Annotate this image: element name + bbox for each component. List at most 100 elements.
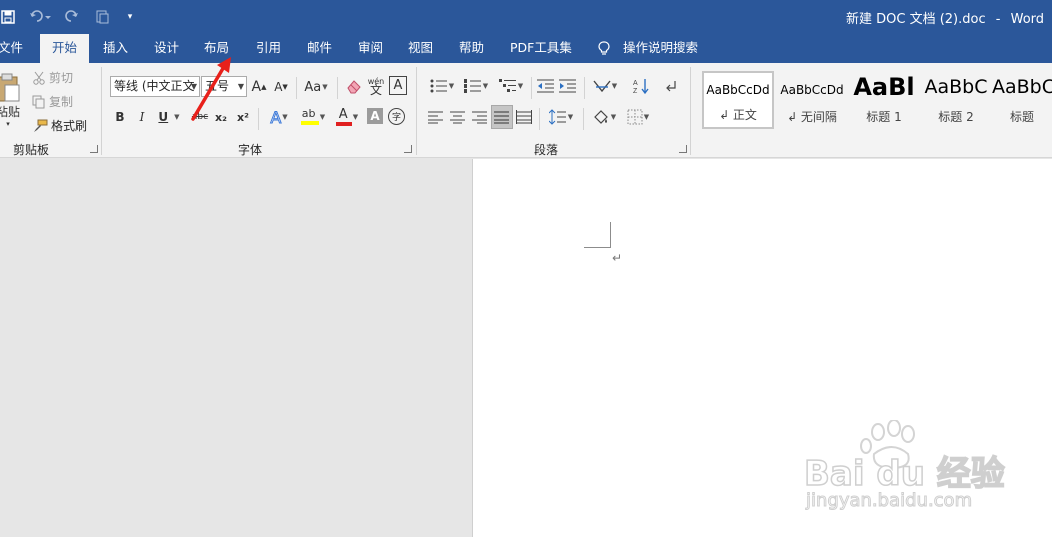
lightbulb-icon bbox=[598, 41, 610, 55]
character-border-button[interactable]: A bbox=[389, 76, 407, 95]
tab-review[interactable]: 审阅 bbox=[358, 34, 383, 63]
divider bbox=[531, 77, 532, 99]
sort-button[interactable]: AZ bbox=[630, 76, 652, 96]
change-case-glyph: Aa bbox=[304, 79, 322, 95]
clear-formatting-button[interactable] bbox=[344, 76, 362, 96]
cut-button[interactable]: 剪切 bbox=[32, 69, 73, 86]
tab-references[interactable]: 引用 bbox=[256, 34, 281, 63]
format-painter-button[interactable]: 格式刷 bbox=[32, 117, 87, 134]
multilevel-list-icon bbox=[498, 79, 516, 92]
justify-button[interactable] bbox=[491, 105, 513, 129]
watermark-logo-text: Bai du 经验 bbox=[803, 453, 1005, 495]
print-preview-icon[interactable] bbox=[94, 8, 110, 26]
group-divider bbox=[416, 67, 417, 155]
customize-qat-icon[interactable]: ▾ bbox=[124, 8, 136, 26]
divider bbox=[583, 108, 584, 130]
style-no-spacing[interactable]: AaBbCcDd ↲ 无间隔 bbox=[776, 71, 848, 129]
shrink-font-button[interactable]: A ▼ bbox=[273, 77, 289, 97]
superscript-button[interactable]: x² bbox=[234, 107, 252, 127]
redo-icon[interactable] bbox=[64, 8, 80, 26]
tab-mailings[interactable]: 邮件 bbox=[307, 34, 332, 63]
align-center-button[interactable] bbox=[449, 107, 467, 127]
style-title[interactable]: AaBbC 标题 bbox=[992, 71, 1052, 129]
title-separator: - bbox=[995, 12, 1001, 27]
bullets-button[interactable]: ▼ bbox=[426, 76, 458, 96]
style-name: 标题 bbox=[1009, 110, 1034, 124]
paragraph-dialog-launcher[interactable] bbox=[679, 145, 687, 153]
format-painter-label: 格式刷 bbox=[51, 119, 88, 133]
bold-button[interactable]: B bbox=[111, 107, 129, 127]
copy-button[interactable]: 复制 bbox=[32, 93, 73, 110]
style-sample: AaBbCcDd bbox=[706, 83, 770, 97]
distributed-button[interactable] bbox=[515, 107, 533, 127]
align-right-button[interactable] bbox=[471, 107, 489, 127]
divider bbox=[258, 108, 259, 130]
style-sample: AaBbC bbox=[992, 76, 1052, 98]
show-hide-marks-button[interactable] bbox=[662, 76, 680, 96]
shading-button[interactable]: ▼ bbox=[588, 107, 620, 127]
font-color-glyph: A bbox=[338, 107, 348, 122]
text-effects-button[interactable]: A ▼ bbox=[263, 107, 295, 127]
paste-label: 粘贴 bbox=[0, 104, 20, 119]
align-left-button[interactable] bbox=[427, 107, 445, 127]
enclose-characters-button[interactable]: 字 bbox=[388, 108, 405, 125]
increase-indent-button[interactable] bbox=[558, 76, 578, 96]
increase-indent-icon bbox=[559, 79, 576, 93]
tab-insert[interactable]: 插入 bbox=[103, 34, 128, 63]
formatting-marks-icon bbox=[666, 81, 676, 92]
paragraph-mark: ↵ bbox=[612, 251, 623, 265]
decrease-indent-button[interactable] bbox=[536, 76, 556, 96]
underline-glyph: U bbox=[158, 110, 169, 124]
tab-home[interactable]: 开始 bbox=[40, 34, 90, 63]
align-center-icon bbox=[450, 111, 465, 124]
save-icon[interactable] bbox=[0, 8, 16, 26]
highlighter-icon: ab bbox=[300, 107, 319, 127]
clipboard-dialog-launcher[interactable] bbox=[90, 145, 98, 153]
font-color-button[interactable]: A ▼ bbox=[332, 105, 362, 129]
multilevel-list-button[interactable]: ▼ bbox=[495, 76, 527, 96]
numbering-button[interactable]: ▼ bbox=[460, 76, 492, 96]
style-heading-2[interactable]: AaBbC 标题 2 bbox=[920, 71, 992, 129]
bullets-icon bbox=[430, 79, 447, 93]
highlight-color-button[interactable]: ab ▼ bbox=[297, 105, 329, 129]
change-case-button[interactable]: Aa ▼ bbox=[301, 77, 331, 97]
chinese-layout-button[interactable]: ▼ bbox=[589, 76, 621, 96]
align-left-icon bbox=[428, 111, 443, 124]
tab-design[interactable]: 设计 bbox=[154, 34, 179, 63]
phonetic-guide-button[interactable]: wén 文 bbox=[366, 74, 386, 98]
numbering-icon bbox=[463, 79, 481, 93]
character-shading-button[interactable]: A bbox=[367, 108, 383, 124]
annotation-arrow bbox=[191, 57, 231, 121]
borders-button[interactable]: ▼ bbox=[622, 107, 654, 127]
styles-gallery: AaBbCcDd ↲ 正文 AaBbCcDd ↲ 无间隔 AaBl 标题 1 A… bbox=[700, 71, 1052, 129]
style-name: 标题 2 bbox=[938, 110, 974, 124]
ribbon-home: 粘贴 ▾ 剪切 复制 格式刷 剪贴板 等线 (中文正文 ▼ 五号 ▼ A ▲ A ▼… bbox=[0, 63, 1052, 158]
svg-text:A: A bbox=[633, 80, 638, 87]
undo-icon[interactable] bbox=[28, 8, 52, 26]
ribbon-tabs: 文件 开始 插入 设计 布局 引用 邮件 审阅 视图 帮助 PDF工具集 操作说… bbox=[0, 34, 1052, 63]
style-heading-1[interactable]: AaBl 标题 1 bbox=[848, 71, 920, 129]
underline-button[interactable]: U ▼ bbox=[155, 107, 183, 127]
grow-font-button[interactable]: A ▲ bbox=[251, 77, 267, 97]
style-normal[interactable]: AaBbCcDd ↲ 正文 bbox=[702, 71, 774, 129]
distributed-icon bbox=[516, 110, 532, 124]
paste-button[interactable]: 粘贴 ▾ bbox=[0, 69, 22, 131]
copy-label: 复制 bbox=[49, 95, 74, 109]
font-group-label: 字体 bbox=[238, 143, 263, 157]
scissors-icon bbox=[33, 71, 45, 85]
watermark-url: jingyan.baidu.com bbox=[805, 490, 973, 512]
tell-me-search[interactable]: 操作说明搜索 bbox=[623, 34, 698, 63]
paragraph-group-label: 段落 bbox=[534, 143, 559, 157]
style-sample: AaBl bbox=[853, 73, 915, 101]
sort-icon: AZ bbox=[633, 79, 649, 95]
align-right-icon bbox=[472, 111, 487, 124]
paste-dropdown-arrow[interactable]: ▾ bbox=[6, 120, 10, 128]
tab-file[interactable]: 文件 bbox=[0, 34, 23, 63]
tab-pdf-tools[interactable]: PDF工具集 bbox=[510, 34, 572, 63]
line-spacing-button[interactable]: ▼ bbox=[545, 107, 577, 127]
tab-view[interactable]: 视图 bbox=[408, 34, 433, 63]
italic-button[interactable]: I bbox=[133, 107, 151, 127]
font-dialog-launcher[interactable] bbox=[404, 145, 412, 153]
tab-help[interactable]: 帮助 bbox=[459, 34, 484, 63]
cut-label: 剪切 bbox=[49, 71, 74, 85]
